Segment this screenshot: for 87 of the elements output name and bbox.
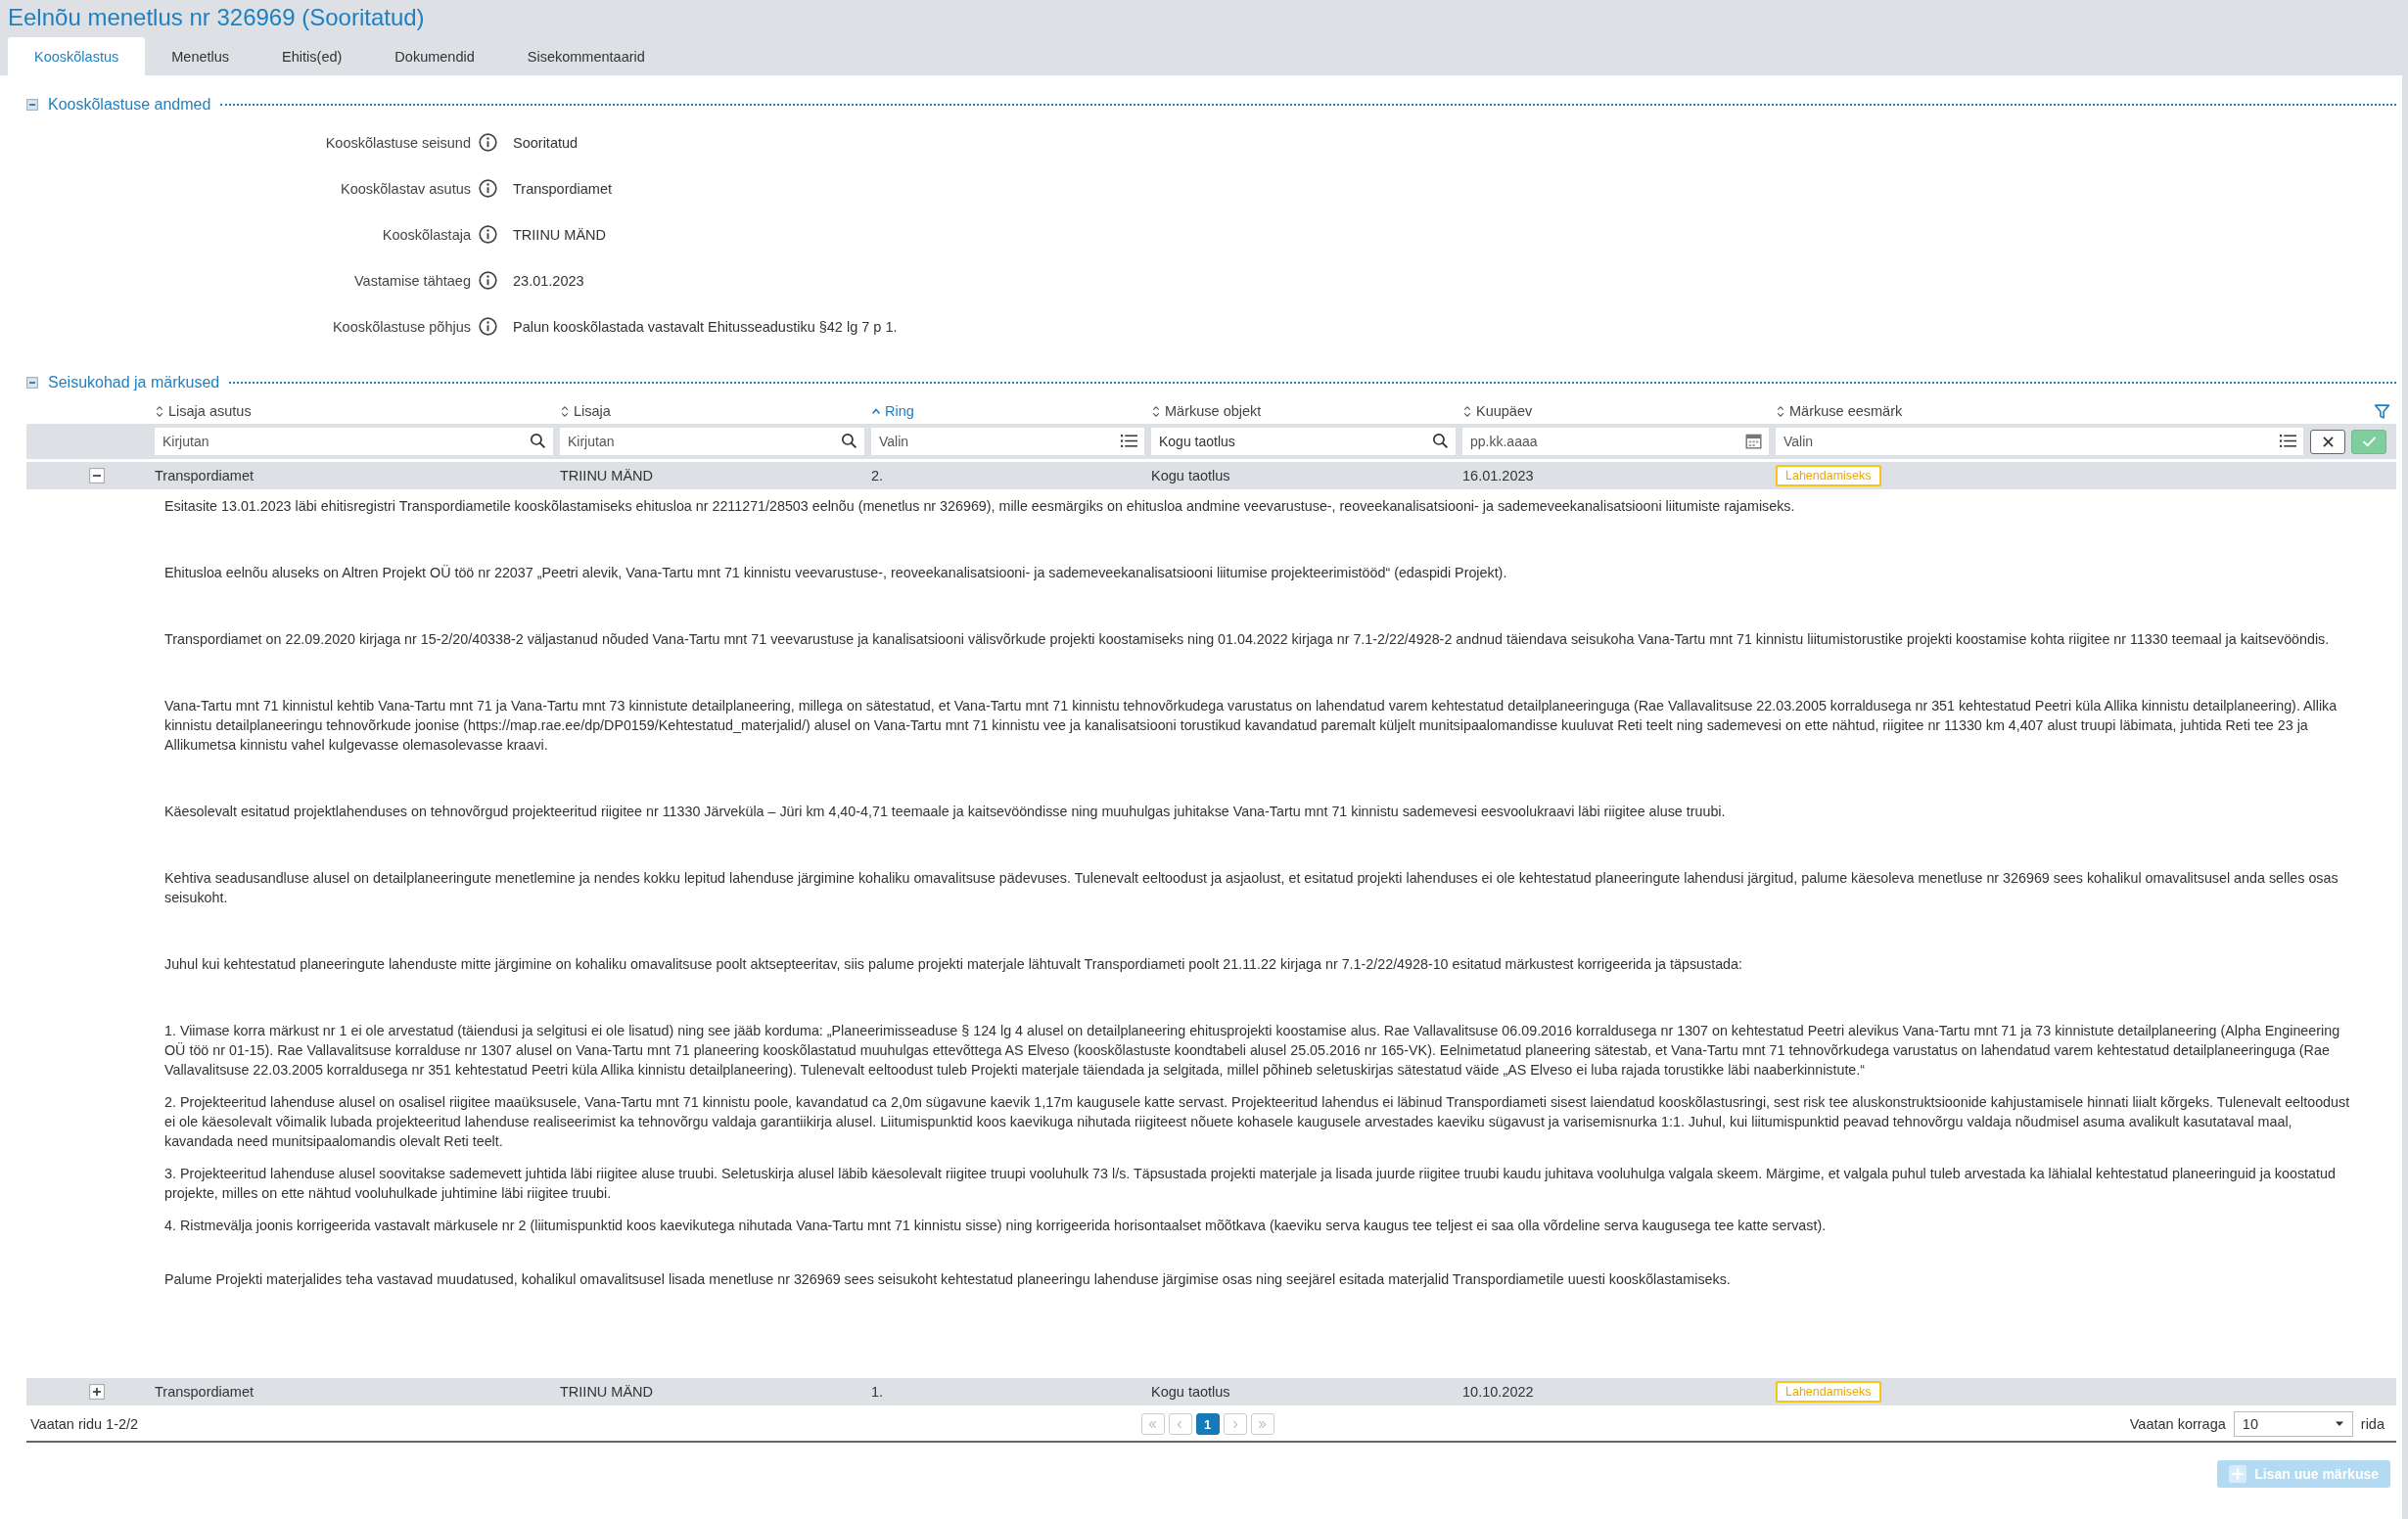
filter-icon[interactable] <box>2374 402 2390 420</box>
column-header[interactable]: Märkuse eesmärk <box>1776 403 1903 419</box>
table-cell-text: TRIINU MÄND <box>560 1384 655 1400</box>
field-value: Transpordiamet <box>513 180 612 197</box>
expand-icon[interactable] <box>88 1384 105 1400</box>
list-item-text: 4. Ristmevälja joonis korrigeerida vastavalt märkusele nr 2 (liitumispunktid koos kaevikutega nihutada Vana-Tartu mnt 71 kinnistu sisse) ning korrigeerida horisontaalset mõõtkava (kaeviku serva kaugus tee teljest ei saa olla võrdeline serva kaugusega tee katte servast). <box>164 1217 1828 1235</box>
sort-icon <box>1151 404 1161 418</box>
field-value: TRIINU MÄND <box>513 226 607 243</box>
tab[interactable]: Ehitis(ed) <box>255 37 369 75</box>
clear-filter-button[interactable] <box>2310 429 2345 454</box>
per-page-label: Vaatan korraga <box>2129 1416 2226 1432</box>
info-icon[interactable] <box>479 133 497 152</box>
sort-icon <box>155 404 164 418</box>
search-icon <box>530 433 546 449</box>
status-badge: Lahendamiseks <box>1776 465 1881 486</box>
paragraph: Palume Projekti materjalides teha vastavad muudatused, kohalikul omavalitsusel lisada menetluse nr 326969 sees seisukoht kehtestatud planeeringu lahenduse järgimise osas ning seejärel esitada materjalid Transpordiametile uuesti kooskõlastamiseks. <box>164 1270 1732 1289</box>
paragraph: Kehtiva seadusandluse alusel on detailplaneeringute menetlemine ja nendes kokku lepitud lahenduse järgimine kohaliku omavalitsuse pädevuses. Tulenevalt eeltoodust ja asjaolust, et esitatud projekti lahenduses ei ole kehtestatud planeeringute lahendusi järgitud, palume käesoleva menetluse nr 326969 sees kohalikul omavalitsusel anda selles osas seisukoht. <box>164 869 2339 907</box>
column-header[interactable]: Märkuse objekt <box>1151 403 1262 419</box>
paragraph: Vana-Tartu mnt 71 kinnistul kehtib Vana-Tartu mnt 71 ja Vana-Tartu mnt 73 kinnistute detailplaneering, millega on sätestatud, et Vana-Tartu mnt 71 kinnistu tehnovõrkudega varustatus on lahendatud varem kehtestatud detailplaneeringuga (Rae Vallavalitsuse 22.03.2005 korraldusega nr 351 kehtestatud Peetri küla Allika kinnistu detailplaneering). Allika kinnistu detailplaneeringu tehnovõrkude joonise (https://map.rae.ee/dp/DP0159/Kehtestatud_materjalid/) alusel on Vana-Tartu mnt 71 kinnistu vee ja kanalisatsiooni torustikud kavandatud paremalt küljelt munitsipaalomandisse kuuluvat Reti teelt ning sademevesi on ette nähtud, riigitee nr 11330 km 4,407 alust truupi läbimata, juhtida Reti tee 23 ja Allikumetsa kinnistu vahel kulgevasse olemasolevasse kraavi. <box>164 697 2339 755</box>
row-range-text: Vaatan ridu 1-2/2 <box>30 1416 140 1432</box>
per-page-suffix: rida <box>2360 1416 2385 1432</box>
search-field[interactable]: Kirjutan <box>560 428 864 455</box>
plus-icon <box>2229 1465 2247 1483</box>
info-icon[interactable] <box>479 179 497 198</box>
select-field[interactable]: Valin <box>1776 428 2303 455</box>
search-field[interactable]: Kirjutan <box>155 428 553 455</box>
date-field[interactable]: pp.kk.aaaa <box>1462 428 1769 455</box>
page-button[interactable]: 1 <box>1195 1413 1220 1435</box>
field-label: Kooskõlastuse põhjus <box>331 318 471 335</box>
list-icon <box>2280 433 2296 449</box>
tab[interactable]: Menetlus <box>145 37 256 75</box>
column-header[interactable]: Kuupäev <box>1462 403 1533 419</box>
table-cell-text: TRIINU MÄND <box>560 468 655 483</box>
caret-icon <box>2334 1421 2344 1427</box>
sort-icon <box>560 404 570 418</box>
paragraph: Transpordiamet on 22.09.2020 kirjaga nr 15-2/20/40338-2 väljastanud nõuded Vana-Tartu mnt 71 veevarustuse ja kanalisatsiooni välisvõrkude projekti koostamiseks ning 01.04.2022 kirjaga nr 7.1-2/22/4928-2 andnud täiendava seisukoha Vana-Tartu mnt 71 kinnistu liitumistorustike projekti koostamise kohta riigitee nr 11330 teemaal ja kaitsevööndis. <box>164 630 2331 649</box>
status-badge: Lahendamiseks <box>1776 1381 1881 1403</box>
section-title: Seisukohad ja märkused <box>48 374 220 391</box>
list-item-text: 2. Projekteeritud lahenduse alusel on osalisel riigitee maaüksusele, Vana-Tartu mnt 71 kinnistu poole, kavandatud ca 2,0m sügavune kaevik 1,17m kaugusele katte servast. Projekteeritud lahendus ei läbinud Transpordiameti sisest laiendatud kooskõlastusringi, sest risk tee aluskonstruktsioonide kahjustamisele hinnati liialt kõrgeks. Tulenevalt eeltoodust ei ole käesolevalt võimalik lubada projekteeritud lahenduse realiseerimist ka tehnovõrgu valdaja garantiikirja alusel. Liitumispunktid koos kaevikuga nihutada riigiteest nõuete kohasele kaugusele arvestades kaeviku sügavust ja varisemisnurka 1:1. Juhul, kui liitumispunktid peavad tehnovõrgu valdaja nõudmisel asuma avalikult kasutataval maal, kavandada need munitsipaalomandis olevalt Reti teelt. <box>164 1093 2351 1151</box>
paragraph: Esitasite 13.01.2023 läbi ehitisregistri Transpordiametile kooskõlastamiseks ehitusloa nr 2211271/28503 eelnõu (menetlus nr 326969), mille eesmärgiks on ehitusloa andmine veevarustuse-, reoveekanalisatsiooni- ja sademeveekanalisatsiooni liitumiste rajamiseks. <box>164 497 1796 516</box>
checkmark-icon <box>2361 436 2377 447</box>
table-cell-text: 1. <box>871 1384 885 1400</box>
page-title: Eelnõu menetlus nr 326969 (Sooritatud) <box>8 3 426 32</box>
per-page-select[interactable]: 10 <box>2233 1411 2353 1437</box>
field-value: Sooritatud <box>513 134 579 151</box>
column-header[interactable]: Ring <box>871 403 914 419</box>
table-cell-text: 2. <box>871 468 885 483</box>
sort-icon <box>1776 404 1785 418</box>
field-label: Kooskõlastuse seisund <box>324 134 471 151</box>
info-icon[interactable] <box>479 225 497 244</box>
table-cell-text: 10.10.2022 <box>1462 1384 1535 1400</box>
list-icon <box>1121 433 1137 449</box>
info-icon[interactable] <box>479 317 497 336</box>
search-icon <box>841 433 857 449</box>
calendar-icon <box>1745 433 1762 449</box>
list-item-text: 1. Viimase korra märkust nr 1 ei ole arvestatud (täiendusi ja selgitusi ei ole lisatud) ning see jääb korduma: „Planeerimisseaduse § 124 lg 4 alusel on detailplaneering ehitusprojekti koostamise alus. Rae Vallavalitsuse 06.09.2016 korraldusega nr 1307 on kehtestatud Peetri alevikus Vana-Tartu mnt 71 ja 73 kinnistute detailplaneering (Alpha Engineering OÜ töö nr 01-15). Rae Vallavalitsuse korralduse nr 1307 alusel on Vana-Tartu mnt 71 planeering kooskõlastatud muuhulgas ettevõttega AS Elveso (kooskõlastuste koondtabeli alusel 25.05.2016 nr 165-VK). Eelnimetatud planeering sätestab, et Vana-Tartu mnt 71 tehnovõrkudega varustatus on lahendatud varem kehtestatud detailplaneeringuga (Rae Vallavalitsuse 22.03.2005 korraldusega nr 351 kehtestatud Peetri küla Allika kinnistu detailplaneering). Tulenevalt eeltoodust tuleb Projekti materjale täiendada ja selgitada, millel põhineb seletuskirjas sätestatud väide „AS Elveso ei luba rajada torustikke läbi naaberkinnistute.“ <box>164 1022 2341 1080</box>
collapse-icon[interactable] <box>26 377 38 389</box>
select-field[interactable]: Valin <box>871 428 1144 455</box>
tab[interactable]: Kooskõlastus <box>8 37 146 75</box>
double-chevron-left-icon <box>1147 1418 1158 1430</box>
field-value: Palun kooskõlastada vastavalt Ehitusseadustiku §42 lg 7 p 1. <box>513 318 898 335</box>
table-cell-text: Kogu taotlus <box>1151 1384 1231 1400</box>
tab[interactable]: Dokumendid <box>368 37 501 75</box>
table-cell-text: Kogu taotlus <box>1151 468 1231 483</box>
field-label: Vastamise tähtaeg <box>352 272 471 289</box>
double-chevron-right-icon <box>1257 1418 1268 1430</box>
field-label: Kooskõlastaja <box>381 226 471 243</box>
table-cell-text: 16.01.2023 <box>1462 468 1535 483</box>
paragraph: Juhul kui kehtestatud planeeringute lahenduste mitte järgimine on kohaliku omavalitsuse poolt aktsepteeritav, siis palume projekti materjale lähtuvalt Transpordiameti poolt 21.11.22 kirjaga nr 7.1-2/22/4928-10 esitatud märkustest korrigeerida ja täpsustada: <box>164 955 1743 974</box>
field-label: Kooskõlastav asutus <box>340 180 471 197</box>
close-icon <box>2321 435 2335 448</box>
table-cell-text: Transpordiamet <box>155 1384 255 1400</box>
paragraph: Ehitusloa eelnõu aluseks on Altren Projekt OÜ töö nr 22037 „Peetri alevik, Vana-Tartu mnt 71 kinnistu veevarustuse-, reoveekanalisatsiooni- ja sademeveekanalisatsiooni liitumise projekteerimistööd“ (edaspidi Projekt). <box>164 564 1508 582</box>
list-item-text: 3. Projekteeritud lahenduse alusel soovitakse sademevett juhtida läbi riigitee aluse truubi. Seletuskirja alusel läbib käesolevalt riigitee truupi vooluhulk 73 l/s. Täpsustada projekti materjale ja lisada juurde riigitee truubi kaudu juhitava vooluhulga valgala skeem. Märgime, et valgala puhul tuleb arvestada ka lähialal kehtestatud planeeringuid ja koostatud projekte, milles on ette nähtud vooluhulkade juhtimine läbi riigitee truubi. <box>164 1165 2337 1203</box>
section-title: Kooskõlastuse andmed <box>48 96 211 114</box>
collapse-icon[interactable] <box>88 468 105 483</box>
column-header[interactable]: Lisaja <box>560 403 611 419</box>
field-value: 23.01.2023 <box>513 272 584 289</box>
paragraph: Käesolevalt esitatud projektlahenduses on tehnovõrgud projekteeritud riigitee nr 11330 Järveküla – Jüri km 4,40-4,71 teemaale ja kaitsevööndisse ning muuhulgas juhitakse Vana-Tartu mnt 71 kinnistu sademevesi eesvoolukraavi läbi riigitee aluse truubi. <box>164 803 1727 821</box>
sort-icon <box>1462 404 1472 418</box>
info-icon[interactable] <box>479 271 497 290</box>
tab[interactable]: Sisekommentaarid <box>500 37 671 75</box>
table-cell-text: Transpordiamet <box>155 468 255 483</box>
column-header[interactable]: Lisaja asutus <box>155 403 252 419</box>
search-field[interactable]: Kogu taotlus <box>1151 428 1456 455</box>
collapse-icon[interactable] <box>26 99 38 111</box>
search-icon <box>1432 433 1449 449</box>
